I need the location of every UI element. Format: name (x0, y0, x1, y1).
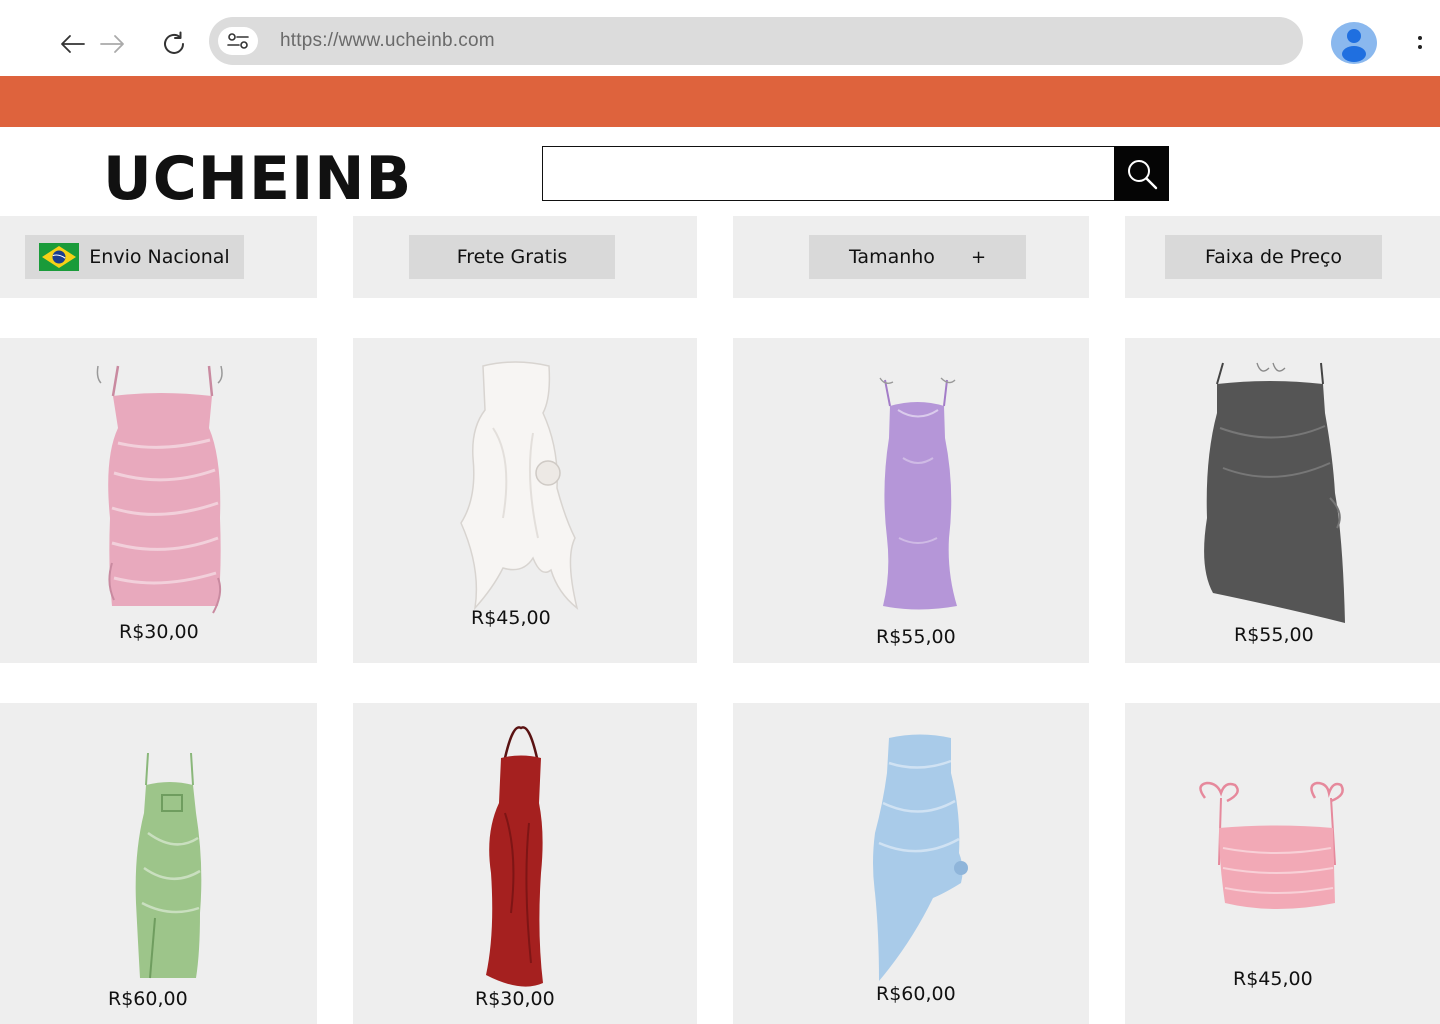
product-image (1204, 362, 1345, 623)
filter-label: Envio Nacional (89, 246, 230, 268)
product-card[interactable]: R$45,00 (1125, 703, 1440, 1024)
arrow-right-icon (100, 35, 124, 53)
product-card[interactable]: R$45,00 (353, 338, 697, 663)
filter-size-button[interactable]: Tamanho + (809, 235, 1026, 279)
brazil-flag-icon (39, 243, 80, 271)
search-button[interactable] (1114, 146, 1169, 201)
profile-icon (1342, 29, 1366, 62)
filter-price-range-button[interactable]: Faixa de Preço (1165, 235, 1382, 279)
product-price: R$30,00 (119, 621, 199, 643)
product-image (486, 726, 543, 987)
dress-shape (486, 755, 543, 987)
reload-button[interactable] (158, 28, 190, 60)
product-price: R$60,00 (108, 988, 188, 1010)
more-vert-icon[interactable] (1410, 28, 1430, 56)
dress-shape (1219, 825, 1335, 909)
product-image (135, 752, 202, 979)
search-input[interactable] (542, 146, 1116, 201)
filter-panel-price: Faixa de Preço (1125, 216, 1440, 298)
product-price: R$30,00 (475, 988, 555, 1010)
promo-banner (0, 76, 1440, 127)
dress-shape (873, 734, 963, 981)
product-card[interactable]: R$30,00 (0, 338, 317, 663)
product-image (96, 365, 223, 614)
expand-plus-icon: + (970, 246, 987, 268)
search-icon (1127, 159, 1157, 189)
back-button[interactable] (56, 28, 88, 60)
product-price: R$55,00 (876, 626, 956, 648)
filter-label: Tamanho (848, 246, 935, 268)
dress-shape (108, 393, 221, 606)
product-image (873, 734, 968, 981)
filter-free-shipping-button[interactable]: Frete Gratis (409, 235, 615, 279)
tune-icon (227, 33, 249, 49)
address-bar[interactable]: https://www.ucheinb.com (209, 17, 1303, 65)
dress-shape (883, 402, 957, 610)
product-card[interactable]: R$60,00 (0, 703, 317, 1024)
site-logo[interactable]: UCHEINB (103, 140, 412, 218)
url-text[interactable]: https://www.ucheinb.com (280, 30, 495, 52)
product-card[interactable]: R$60,00 (733, 703, 1089, 1024)
filter-label: Faixa de Preço (1204, 246, 1343, 268)
dress-shape (460, 361, 579, 611)
product-card[interactable]: R$30,00 (353, 703, 697, 1024)
product-price: R$45,00 (471, 607, 551, 629)
filter-panel-shipping: Envio Nacional (0, 216, 317, 298)
forward-button[interactable] (97, 28, 129, 60)
dress-shape (1204, 381, 1345, 623)
arrow-left-icon (61, 35, 85, 53)
product-price: R$55,00 (1234, 624, 1314, 646)
product-price: R$45,00 (1233, 968, 1313, 990)
product-card[interactable]: R$55,00 (733, 338, 1089, 663)
reload-icon (164, 31, 184, 54)
product-image (879, 377, 957, 610)
filter-label: Frete Gratis (456, 246, 568, 268)
site-settings-button[interactable] (218, 27, 258, 55)
product-price: R$60,00 (876, 983, 956, 1005)
profile-button[interactable] (1331, 22, 1377, 64)
filter-panel-size: Tamanho + (733, 216, 1089, 298)
filter-panel-free-shipping: Frete Gratis (353, 216, 697, 298)
filter-national-shipping-button[interactable]: Envio Nacional (25, 235, 244, 279)
product-card[interactable]: R$55,00 (1125, 338, 1440, 663)
browser-toolbar: https://www.ucheinb.com (0, 0, 1440, 76)
